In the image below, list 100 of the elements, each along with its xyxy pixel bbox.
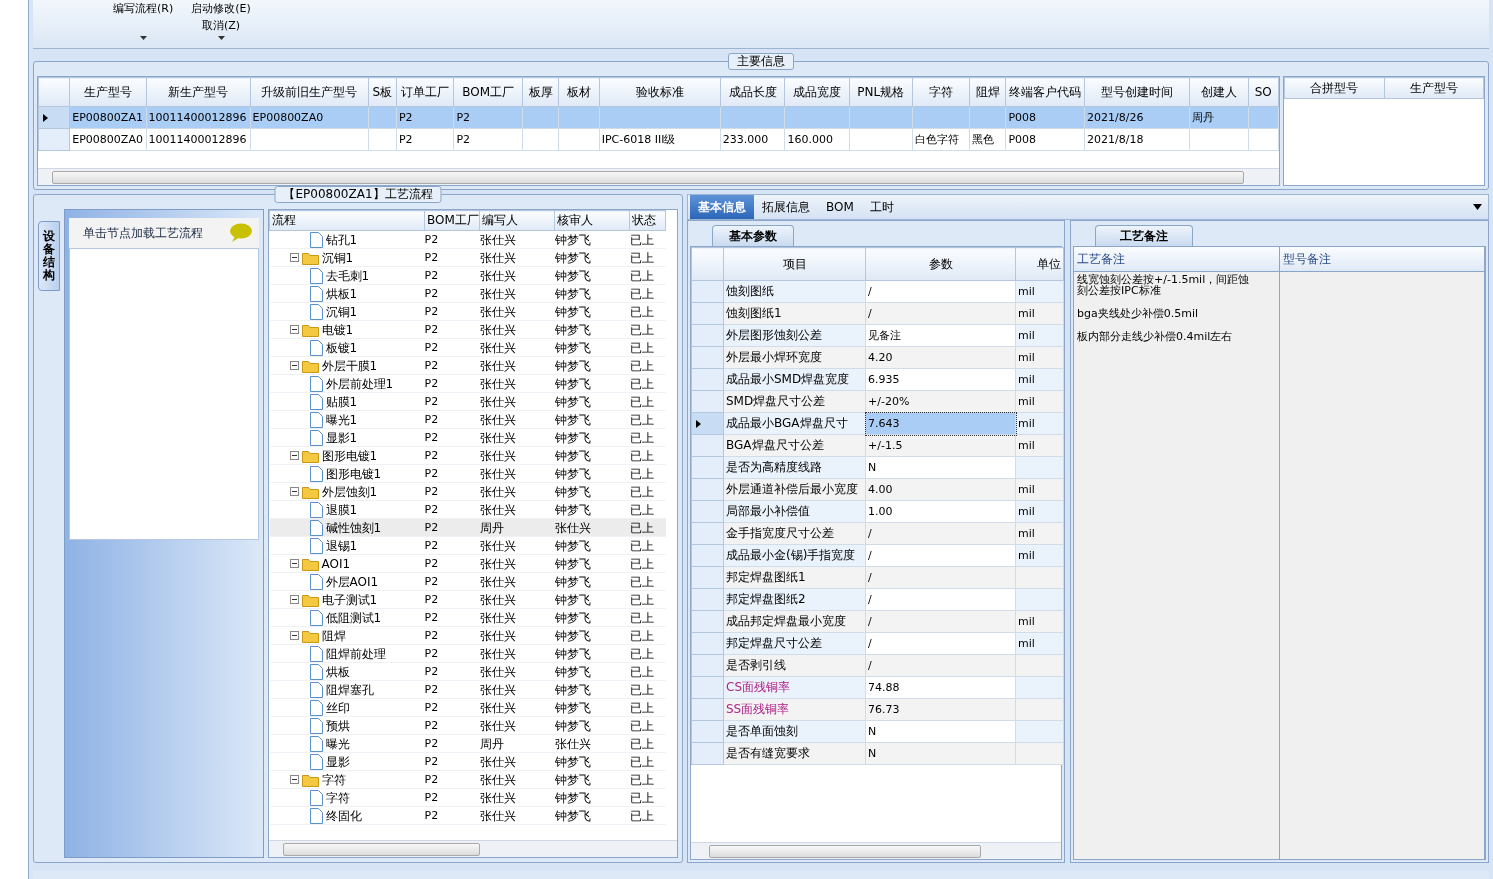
- column-header[interactable]: PNL规格: [849, 77, 913, 107]
- collapse-icon[interactable]: [289, 775, 299, 784]
- tree-node[interactable]: 曝光: [325, 735, 350, 752]
- table-cell[interactable]: 7.643: [865, 412, 1016, 435]
- column-header[interactable]: 合拼型号: [1284, 77, 1384, 99]
- table-cell[interactable]: /: [865, 588, 1016, 611]
- table-cell[interactable]: 76.73: [865, 698, 1016, 721]
- table-cell[interactable]: 4.00: [865, 478, 1016, 501]
- column-header[interactable]: 生产型号: [1384, 77, 1484, 99]
- table-cell[interactable]: +/-20%: [865, 390, 1016, 413]
- tree-node[interactable]: 烘板: [325, 663, 350, 680]
- tree-node[interactable]: 字符: [321, 771, 346, 788]
- column-header[interactable]: 成品长度: [720, 77, 785, 107]
- tree-node[interactable]: 退膜1: [325, 501, 358, 518]
- column-header[interactable]: 新生产型号: [146, 77, 251, 107]
- sub-tab[interactable]: 基本参数: [712, 225, 794, 246]
- tree-node[interactable]: 终固化: [325, 807, 362, 824]
- table-cell[interactable]: +/-1.5: [865, 434, 1016, 457]
- tree-node[interactable]: 阻焊前处理: [325, 645, 386, 662]
- collapse-icon[interactable]: [289, 253, 299, 262]
- column-header[interactable]: 终端客户代码: [1005, 77, 1085, 107]
- table-cell[interactable]: /: [865, 522, 1016, 545]
- table-cell[interactable]: 6.935: [865, 368, 1016, 391]
- table-cell[interactable]: /: [865, 632, 1016, 655]
- column-header[interactable]: 板材: [558, 77, 600, 107]
- column-header[interactable]: 流程: [269, 210, 425, 231]
- column-header[interactable]: 型号创建时间: [1084, 77, 1190, 107]
- tree-node[interactable]: 曝光1: [325, 411, 358, 428]
- horizontal-scrollbar[interactable]: [691, 842, 1061, 859]
- table-cell[interactable]: 4.20: [865, 346, 1016, 369]
- dropdown-icon[interactable]: [1473, 204, 1482, 210]
- tree-node[interactable]: 烘板1: [325, 285, 358, 302]
- column-header[interactable]: 字符: [912, 77, 970, 107]
- sub-tab[interactable]: 工艺备注: [1095, 225, 1193, 246]
- column-header[interactable]: BOM工厂: [424, 210, 480, 231]
- side-tab[interactable]: 设备结构: [38, 221, 60, 291]
- column-header[interactable]: S板: [368, 77, 397, 107]
- collapse-icon[interactable]: [289, 595, 299, 604]
- tree-node[interactable]: 显影1: [325, 429, 358, 446]
- column-header[interactable]: 核审人: [554, 210, 630, 231]
- tab[interactable]: BOM: [818, 195, 862, 219]
- table-cell[interactable]: /: [865, 544, 1016, 567]
- table-cell[interactable]: /: [865, 654, 1016, 677]
- tab[interactable]: 工时: [861, 195, 902, 219]
- write-process-command[interactable]: 编写流程(R): [113, 0, 174, 17]
- column-header[interactable]: 验收标准: [599, 77, 721, 107]
- table-cell[interactable]: /: [865, 610, 1016, 633]
- table-cell[interactable]: N: [865, 742, 1016, 765]
- start-modify-command[interactable]: 启动修改(E): [191, 0, 251, 17]
- tab[interactable]: 拓展信息: [754, 195, 818, 219]
- tree-node[interactable]: 钻孔1: [325, 231, 358, 248]
- column-header[interactable]: 生产型号: [69, 77, 147, 107]
- column-header[interactable]: 板厚: [522, 77, 559, 107]
- collapse-icon[interactable]: [289, 559, 299, 568]
- table-cell[interactable]: N: [865, 456, 1016, 479]
- column-header[interactable]: 升级前旧生产型号: [250, 77, 369, 107]
- tree-node[interactable]: 外层AOI1: [325, 573, 379, 590]
- table-cell[interactable]: 74.88: [865, 676, 1016, 699]
- tree-node[interactable]: 预烘: [325, 717, 350, 734]
- column-header[interactable]: 阻焊: [969, 77, 1006, 107]
- tree-node[interactable]: AOI1: [321, 555, 351, 572]
- tree-node[interactable]: 电镀1: [321, 321, 354, 338]
- tree-node[interactable]: 退锡1: [325, 537, 358, 554]
- tree-node[interactable]: 阻焊: [321, 627, 346, 644]
- tree-node[interactable]: 沉铜1: [321, 249, 354, 266]
- column-header[interactable]: 单位: [1015, 247, 1064, 281]
- tree-node[interactable]: 字符: [325, 789, 350, 806]
- horizontal-scrollbar[interactable]: [269, 840, 677, 857]
- column-header[interactable]: 成品宽度: [784, 77, 850, 107]
- tree-node[interactable]: 低阻测试1: [325, 609, 382, 626]
- collapse-icon[interactable]: [289, 487, 299, 496]
- column-header[interactable]: 创建人: [1189, 77, 1249, 107]
- row-header[interactable]: [691, 412, 724, 435]
- tree-node[interactable]: 图形电镀1: [325, 465, 382, 482]
- column-header[interactable]: 状态: [629, 210, 666, 231]
- tree-node[interactable]: 去毛刺1: [325, 267, 370, 284]
- column-header[interactable]: 参数: [865, 247, 1016, 281]
- tree-node[interactable]: 板镀1: [325, 339, 358, 356]
- table-cell[interactable]: N: [865, 720, 1016, 743]
- column-header[interactable]: SO: [1248, 77, 1279, 107]
- collapse-icon[interactable]: [289, 361, 299, 370]
- tree-node[interactable]: 阻焊塞孔: [325, 681, 374, 698]
- horizontal-scrollbar[interactable]: [38, 168, 1279, 185]
- tab[interactable]: 基本信息: [690, 195, 754, 219]
- tree-node[interactable]: 丝印: [325, 699, 350, 716]
- table-cell[interactable]: /: [865, 280, 1016, 303]
- collapse-icon[interactable]: [289, 325, 299, 334]
- tree-node[interactable]: 外层前处理1: [325, 375, 394, 392]
- column-header[interactable]: 订单工厂: [396, 77, 454, 107]
- tree-node[interactable]: 贴膜1: [325, 393, 358, 410]
- table-cell[interactable]: 见备注: [865, 324, 1016, 347]
- tree-node[interactable]: 沉铜1: [325, 303, 358, 320]
- column-header[interactable]: BOM工厂: [453, 77, 523, 107]
- row-header[interactable]: [38, 106, 70, 129]
- collapse-icon[interactable]: [289, 631, 299, 640]
- table-cell[interactable]: /: [865, 302, 1016, 325]
- column-header[interactable]: 编写人: [479, 210, 555, 231]
- cancel-command[interactable]: 取消(Z): [201, 17, 241, 34]
- column-header[interactable]: 项目: [723, 247, 866, 281]
- collapse-icon[interactable]: [289, 451, 299, 460]
